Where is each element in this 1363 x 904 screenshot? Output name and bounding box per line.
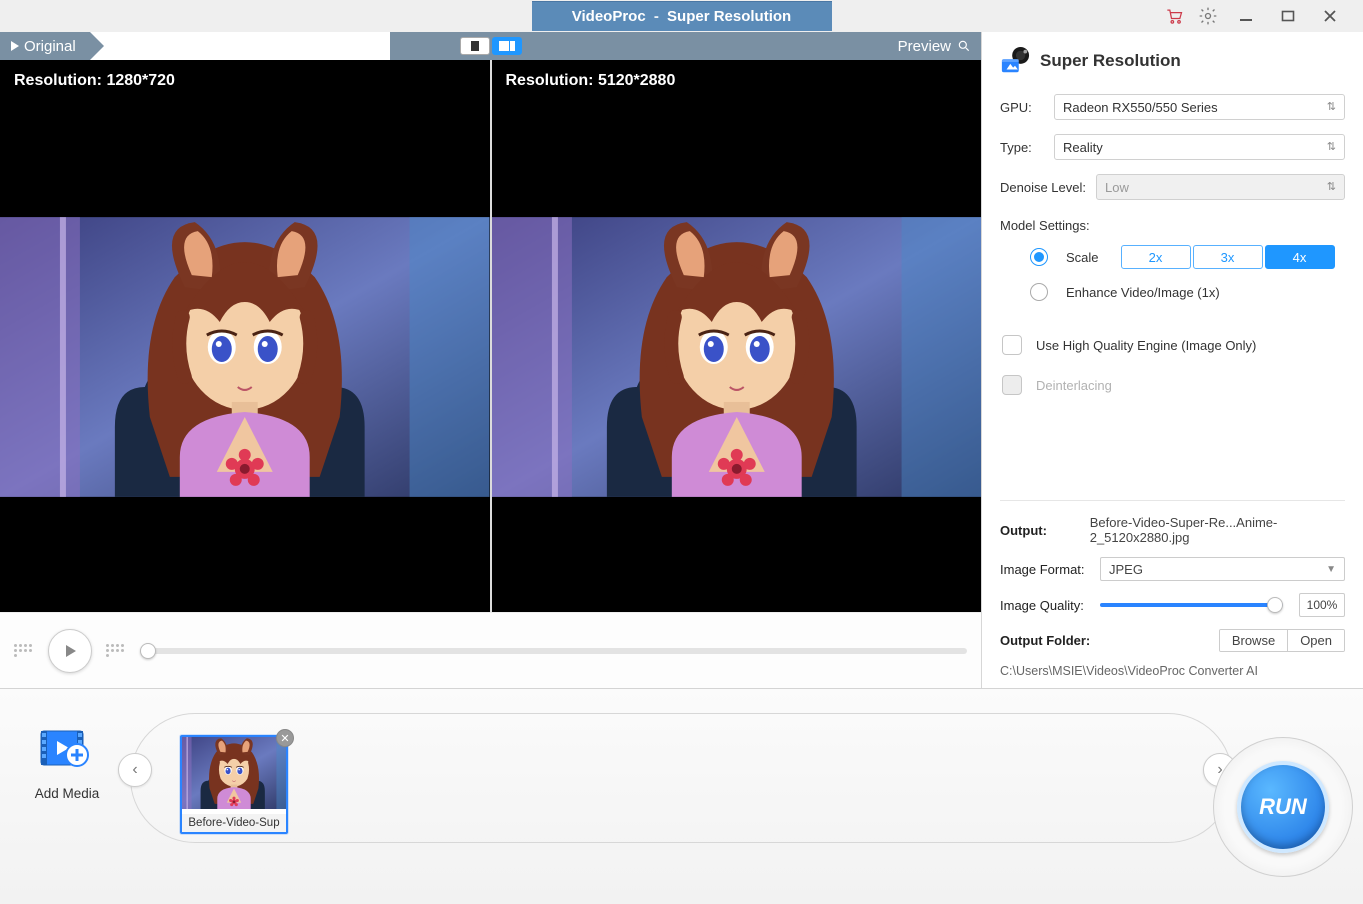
comparison-viewer: Resolution: 1280*720 Resolution: 5120*28… [0, 60, 981, 612]
titlebar: VideoProc - Super Resolution [0, 0, 1363, 32]
gpu-select[interactable]: Radeon RX550/550 Series ⇅ [1054, 94, 1345, 120]
enhance-label: Enhance Video/Image (1x) [1066, 285, 1220, 300]
gear-icon[interactable] [1197, 5, 1219, 27]
output-filename: Before-Video-Super-Re...Anime-2_5120x288… [1090, 515, 1345, 545]
original-view: Resolution: 1280*720 [0, 60, 490, 612]
original-label-text: Original [24, 38, 76, 55]
quality-label: Image Quality: [1000, 598, 1092, 613]
denoise-value: Low [1105, 180, 1129, 195]
scale-radio[interactable] [1030, 248, 1048, 266]
grip-icon [14, 644, 34, 657]
scale-label: Scale [1066, 250, 1099, 265]
original-resolution: Resolution: 1280*720 [0, 60, 490, 102]
page-name: Super Resolution [667, 8, 791, 25]
scale-2x-button[interactable]: 2x [1121, 245, 1191, 269]
original-label: Original [0, 32, 90, 60]
format-label: Image Format: [1000, 562, 1092, 577]
chevron-updown-icon: ⇅ [1327, 102, 1336, 113]
run-button[interactable]: RUN [1237, 761, 1329, 853]
quality-slider[interactable] [1100, 603, 1283, 607]
super-resolution-icon [1000, 46, 1030, 76]
app-name: VideoProc [572, 8, 646, 25]
preview-label: Preview [878, 32, 981, 60]
prev-button[interactable]: ‹ [118, 753, 152, 787]
grip-icon [106, 644, 126, 657]
denoise-select[interactable]: Low ⇅ [1096, 174, 1345, 200]
enhance-option-row: Enhance Video/Image (1x) [1000, 283, 1345, 301]
gpu-value: Radeon RX550/550 Series [1063, 100, 1218, 115]
close-icon[interactable] [1315, 5, 1345, 27]
panel-title: Super Resolution [1040, 51, 1181, 71]
type-value: Reality [1063, 140, 1103, 155]
playback-bar [0, 612, 981, 688]
format-value: JPEG [1109, 562, 1143, 577]
maximize-icon[interactable] [1273, 5, 1303, 27]
original-image [0, 217, 490, 497]
seek-slider[interactable] [140, 648, 967, 654]
play-button[interactable] [48, 629, 92, 673]
enhance-radio[interactable] [1030, 283, 1048, 301]
chevron-updown-icon: ⇅ [1327, 142, 1336, 153]
compare-single-button[interactable] [460, 37, 490, 55]
denoise-label: Denoise Level: [1000, 180, 1088, 195]
format-select[interactable]: JPEG ▼ [1100, 557, 1345, 581]
minimize-icon[interactable] [1231, 5, 1261, 27]
media-thumbnail[interactable]: ✕ Before-Video-Sup [180, 735, 288, 834]
scale-4x-button[interactable]: 4x [1265, 245, 1335, 269]
type-select[interactable]: Reality ⇅ [1054, 134, 1345, 160]
run-button-frame: RUN [1213, 737, 1353, 877]
deinterlace-checkbox [1002, 375, 1022, 395]
scale-option-row: Scale 2x 3x 4x [1000, 245, 1345, 269]
upscaled-resolution: Resolution: 5120*2880 [492, 60, 982, 102]
output-folder-path: C:\Users\MSIE\Videos\VideoProc Converter… [1000, 664, 1345, 678]
quality-value: 100% [1299, 593, 1345, 617]
remove-thumbnail-button[interactable]: ✕ [276, 729, 294, 747]
add-media-label: Add Media [22, 786, 112, 801]
preview-label-text: Preview [898, 38, 951, 55]
chevron-down-icon: ▼ [1326, 564, 1336, 575]
upscaled-image [492, 217, 982, 497]
add-media-button[interactable]: Add Media [22, 729, 112, 801]
output-label: Output: [1000, 523, 1082, 538]
compare-side-button[interactable] [492, 37, 522, 55]
folder-label: Output Folder: [1000, 633, 1092, 648]
thumbnail-name: Before-Video-Sup [182, 814, 286, 832]
hq-engine-label: Use High Quality Engine (Image Only) [1036, 338, 1256, 353]
type-label: Type: [1000, 140, 1046, 155]
compare-mode-toggle [460, 37, 522, 55]
upscaled-view: Resolution: 5120*2880 [490, 60, 982, 612]
chevron-updown-icon: ⇅ [1327, 182, 1336, 193]
hq-engine-checkbox[interactable] [1002, 335, 1022, 355]
scale-3x-button[interactable]: 3x [1193, 245, 1263, 269]
output-block: Output: Before-Video-Super-Re...Anime-2_… [1000, 500, 1345, 678]
cart-icon[interactable] [1163, 5, 1185, 27]
add-media-icon [39, 729, 95, 773]
settings-panel: Super Resolution GPU: Radeon RX550/550 S… [982, 32, 1363, 688]
window-title: VideoProc - Super Resolution [532, 1, 832, 31]
strip-frame [130, 713, 1233, 843]
thumbnail-image [182, 737, 286, 809]
open-button[interactable]: Open [1287, 630, 1344, 651]
deinterlace-label: Deinterlacing [1036, 378, 1112, 393]
model-settings-label: Model Settings: [1000, 218, 1345, 233]
browse-button[interactable]: Browse [1220, 630, 1287, 651]
gpu-label: GPU: [1000, 100, 1046, 115]
preview-panel: Original Preview Resolution: 1280*720 Re… [0, 32, 982, 688]
preview-header: Original Preview [0, 32, 981, 60]
search-icon [957, 39, 971, 53]
media-strip: Add Media ‹ › ✕ Before-Video-Sup RUN [0, 688, 1363, 904]
